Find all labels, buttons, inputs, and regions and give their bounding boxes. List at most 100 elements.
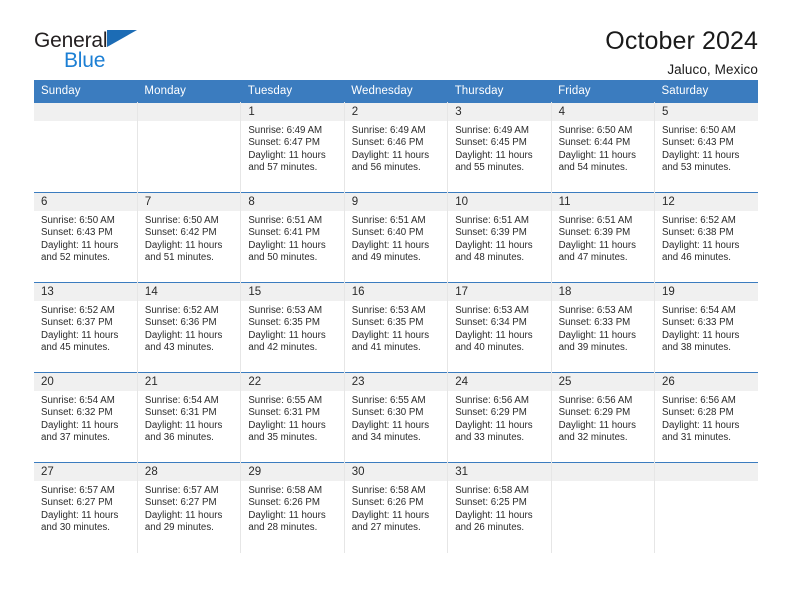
daylight-line-1: Daylight: 11 hours	[41, 239, 119, 251]
day-cell[interactable]: 14 Sunrise: 6:52 AM Sunset: 6:36 PM Dayl…	[137, 282, 242, 373]
daylight-line-2: and 36 minutes.	[144, 432, 214, 444]
daylight-line-1: Daylight: 11 hours	[41, 509, 119, 521]
day-cell[interactable]: 18 Sunrise: 6:53 AM Sunset: 6:33 PM Dayl…	[551, 282, 656, 373]
day-cell[interactable]: 16 Sunrise: 6:53 AM Sunset: 6:35 PM Dayl…	[344, 282, 449, 373]
daylight-line-2: and 26 minutes.	[455, 522, 525, 534]
sunset-line: Sunset: 6:37 PM	[41, 317, 113, 329]
daylight-line-2: and 54 minutes.	[558, 162, 628, 174]
day-cell[interactable]: 19 Sunrise: 6:54 AM Sunset: 6:33 PM Dayl…	[654, 282, 758, 373]
day-cell[interactable]: 29 Sunrise: 6:58 AM Sunset: 6:26 PM Dayl…	[240, 462, 345, 553]
sunset-line: Sunset: 6:42 PM	[144, 227, 217, 239]
day-details: Sunrise: 6:53 AM Sunset: 6:35 PM Dayligh…	[241, 301, 343, 355]
day-cell[interactable]: 1 Sunrise: 6:49 AM Sunset: 6:47 PM Dayli…	[240, 102, 345, 193]
day-cell[interactable]: 3 Sunrise: 6:49 AM Sunset: 6:45 PM Dayli…	[447, 102, 552, 193]
day-cell[interactable]: 4 Sunrise: 6:50 AM Sunset: 6:44 PM Dayli…	[551, 102, 656, 193]
day-cell[interactable]: 9 Sunrise: 6:51 AM Sunset: 6:40 PM Dayli…	[344, 192, 449, 283]
sunset-line: Sunset: 6:36 PM	[144, 317, 217, 329]
title-group: October 2024 Jaluco, Mexico	[605, 27, 758, 76]
day-cell[interactable]	[137, 102, 242, 193]
day-cell[interactable]: 2 Sunrise: 6:49 AM Sunset: 6:46 PM Dayli…	[344, 102, 449, 193]
calendar-week-row: 27 Sunrise: 6:57 AM Sunset: 6:27 PM Dayl…	[34, 462, 758, 553]
day-cell[interactable]	[34, 102, 138, 193]
sunset-line: Sunset: 6:39 PM	[455, 227, 527, 239]
daylight-line-1: Daylight: 11 hours	[662, 239, 740, 251]
day-cell[interactable]: 22 Sunrise: 6:55 AM Sunset: 6:31 PM Dayl…	[240, 372, 345, 463]
sunrise-line: Sunrise: 6:51 AM	[248, 215, 323, 226]
day-cell[interactable]: 17 Sunrise: 6:53 AM Sunset: 6:34 PM Dayl…	[447, 282, 552, 373]
daylight-line-2: and 35 minutes.	[248, 432, 318, 444]
day-details: Sunrise: 6:54 AM Sunset: 6:32 PM Dayligh…	[34, 391, 136, 445]
day-cell[interactable]: 30 Sunrise: 6:58 AM Sunset: 6:26 PM Dayl…	[344, 462, 449, 553]
daylight-line-2: and 46 minutes.	[662, 252, 731, 264]
sunset-line: Sunset: 6:27 PM	[41, 497, 113, 509]
day-cell[interactable]: 15 Sunrise: 6:53 AM Sunset: 6:35 PM Dayl…	[240, 282, 345, 373]
general-blue-logo[interactable]: General Blue	[34, 28, 154, 78]
day-number	[655, 463, 758, 481]
page-header: General Blue October 2024 Jaluco, Mexico	[34, 0, 758, 76]
sunset-line: Sunset: 6:40 PM	[351, 227, 424, 239]
daylight-line-2: and 33 minutes.	[455, 432, 525, 444]
daylight-line-1: Daylight: 11 hours	[455, 329, 533, 341]
day-number: 5	[655, 103, 758, 121]
sunset-line: Sunset: 6:26 PM	[248, 497, 320, 509]
day-details	[34, 121, 136, 125]
daylight-line-1: Daylight: 11 hours	[662, 329, 740, 341]
day-cell[interactable]: 28 Sunrise: 6:57 AM Sunset: 6:27 PM Dayl…	[137, 462, 242, 553]
daylight-line-2: and 45 minutes.	[41, 342, 110, 354]
day-cell[interactable]: 11 Sunrise: 6:51 AM Sunset: 6:39 PM Dayl…	[551, 192, 656, 283]
day-number: 22	[241, 373, 344, 391]
sunrise-line: Sunrise: 6:50 AM	[558, 125, 633, 136]
sunrise-line: Sunrise: 6:52 AM	[662, 215, 736, 226]
daylight-line-2: and 27 minutes.	[351, 522, 421, 534]
day-cell[interactable]	[654, 462, 758, 553]
day-cell[interactable]: 8 Sunrise: 6:51 AM Sunset: 6:41 PM Dayli…	[240, 192, 345, 283]
day-number: 29	[241, 463, 344, 481]
daylight-line-1: Daylight: 11 hours	[558, 239, 636, 251]
day-cell[interactable]: 26 Sunrise: 6:56 AM Sunset: 6:28 PM Dayl…	[654, 372, 758, 463]
day-cell[interactable]: 20 Sunrise: 6:54 AM Sunset: 6:32 PM Dayl…	[34, 372, 138, 463]
logo-text-blue: Blue	[64, 49, 106, 72]
daylight-line-1: Daylight: 11 hours	[41, 419, 119, 431]
day-cell[interactable]: 27 Sunrise: 6:57 AM Sunset: 6:27 PM Dayl…	[34, 462, 138, 553]
sunrise-line: Sunrise: 6:51 AM	[455, 215, 529, 226]
day-cell[interactable]: 10 Sunrise: 6:51 AM Sunset: 6:39 PM Dayl…	[447, 192, 552, 283]
day-details: Sunrise: 6:49 AM Sunset: 6:47 PM Dayligh…	[241, 121, 343, 175]
day-number: 9	[344, 193, 447, 211]
day-cell[interactable]: 25 Sunrise: 6:56 AM Sunset: 6:29 PM Dayl…	[551, 372, 656, 463]
sunset-line: Sunset: 6:38 PM	[662, 227, 734, 239]
day-cell[interactable]: 6 Sunrise: 6:50 AM Sunset: 6:43 PM Dayli…	[34, 192, 138, 283]
sunrise-line: Sunrise: 6:49 AM	[455, 125, 529, 136]
day-cell[interactable]: 21 Sunrise: 6:54 AM Sunset: 6:31 PM Dayl…	[137, 372, 242, 463]
weekday-header-monday: Monday	[137, 80, 241, 103]
day-number: 17	[448, 283, 551, 301]
day-cell[interactable]: 13 Sunrise: 6:52 AM Sunset: 6:37 PM Dayl…	[34, 282, 138, 373]
sunset-line: Sunset: 6:27 PM	[144, 497, 217, 509]
sunset-line: Sunset: 6:26 PM	[351, 497, 424, 509]
day-cell[interactable]: 7 Sunrise: 6:50 AM Sunset: 6:42 PM Dayli…	[137, 192, 242, 283]
sunrise-line: Sunrise: 6:57 AM	[41, 485, 115, 496]
day-number: 4	[551, 103, 654, 121]
daylight-line-2: and 41 minutes.	[351, 342, 421, 354]
day-details: Sunrise: 6:55 AM Sunset: 6:30 PM Dayligh…	[345, 391, 447, 445]
sunrise-line: Sunrise: 6:55 AM	[351, 395, 426, 406]
day-cell[interactable]: 12 Sunrise: 6:52 AM Sunset: 6:38 PM Dayl…	[654, 192, 758, 283]
sunset-line: Sunset: 6:35 PM	[351, 317, 424, 329]
day-details: Sunrise: 6:51 AM Sunset: 6:39 PM Dayligh…	[552, 211, 654, 265]
sunset-line: Sunset: 6:31 PM	[144, 407, 217, 419]
daylight-line-1: Daylight: 11 hours	[351, 329, 430, 341]
daylight-line-1: Daylight: 11 hours	[248, 329, 326, 341]
sunrise-sunset-calendar: Sunday Monday Tuesday Wednesday Thursday…	[34, 80, 758, 553]
day-details: Sunrise: 6:55 AM Sunset: 6:31 PM Dayligh…	[241, 391, 343, 445]
day-cell[interactable]	[551, 462, 656, 553]
day-number	[34, 103, 137, 121]
day-cell[interactable]: 23 Sunrise: 6:55 AM Sunset: 6:30 PM Dayl…	[344, 372, 449, 463]
sunset-line: Sunset: 6:46 PM	[351, 137, 424, 149]
sunset-line: Sunset: 6:33 PM	[558, 317, 631, 329]
sunrise-line: Sunrise: 6:49 AM	[248, 125, 323, 136]
sunrise-line: Sunrise: 6:58 AM	[351, 485, 426, 496]
sunset-line: Sunset: 6:30 PM	[351, 407, 424, 419]
day-details: Sunrise: 6:53 AM Sunset: 6:34 PM Dayligh…	[448, 301, 550, 355]
day-cell[interactable]: 24 Sunrise: 6:56 AM Sunset: 6:29 PM Dayl…	[447, 372, 552, 463]
day-cell[interactable]: 31 Sunrise: 6:58 AM Sunset: 6:25 PM Dayl…	[447, 462, 552, 553]
day-cell[interactable]: 5 Sunrise: 6:50 AM Sunset: 6:43 PM Dayli…	[654, 102, 758, 193]
